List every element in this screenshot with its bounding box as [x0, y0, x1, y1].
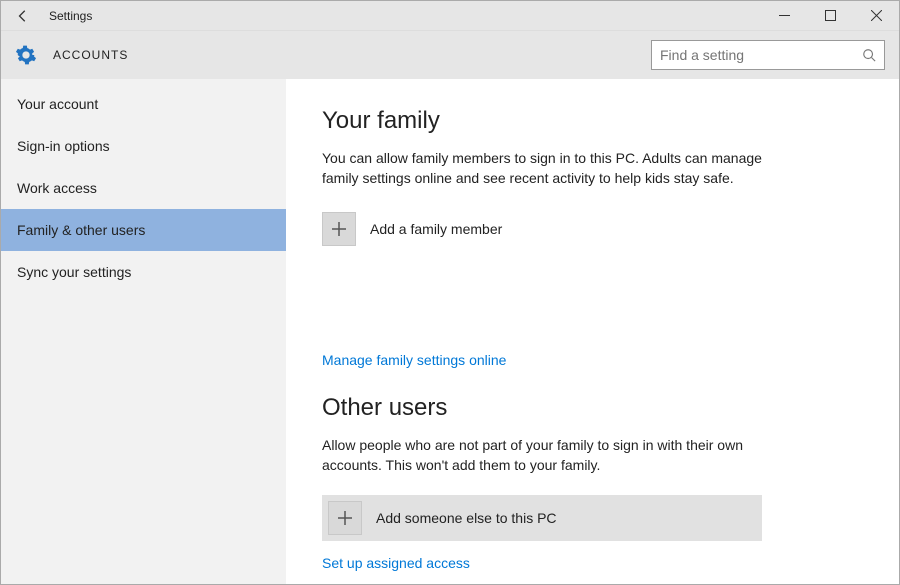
- titlebar: Settings: [1, 1, 899, 31]
- maximize-icon: [825, 10, 836, 21]
- sidebar-item-sign-in-options[interactable]: Sign-in options: [1, 125, 286, 167]
- other-users-heading: Other users: [322, 394, 863, 422]
- gear-icon: [15, 44, 37, 66]
- plus-icon: [331, 221, 347, 237]
- minimize-icon: [779, 10, 790, 21]
- plus-box: [322, 212, 356, 246]
- sidebar-item-sync-settings[interactable]: Sync your settings: [1, 251, 286, 293]
- add-family-member-button[interactable]: Add a family member: [322, 208, 762, 250]
- sidebar-item-family-other-users[interactable]: Family & other users: [1, 209, 286, 251]
- close-button[interactable]: [853, 1, 899, 30]
- your-family-heading: Your family: [322, 107, 863, 135]
- sidebar-item-your-account[interactable]: Your account: [1, 83, 286, 125]
- search-input[interactable]: [660, 47, 862, 63]
- back-button[interactable]: [11, 4, 35, 28]
- add-someone-else-button[interactable]: Add someone else to this PC: [322, 495, 762, 541]
- body: Your account Sign-in options Work access…: [1, 79, 899, 584]
- maximize-button[interactable]: [807, 1, 853, 30]
- search-icon: [862, 48, 876, 62]
- close-icon: [871, 10, 882, 21]
- window-controls: [761, 1, 899, 30]
- set-up-assigned-access-link[interactable]: Set up assigned access: [322, 555, 470, 571]
- sidebar: Your account Sign-in options Work access…: [1, 79, 286, 584]
- add-someone-else-label: Add someone else to this PC: [376, 510, 557, 526]
- add-family-member-label: Add a family member: [370, 221, 502, 237]
- search-box[interactable]: [651, 40, 885, 70]
- page-header: ACCOUNTS: [1, 31, 899, 79]
- other-users-description: Allow people who are not part of your fa…: [322, 436, 782, 475]
- your-family-description: You can allow family members to sign in …: [322, 149, 782, 188]
- manage-family-settings-link[interactable]: Manage family settings online: [322, 352, 506, 368]
- window-title: Settings: [49, 9, 92, 23]
- content-area: Your family You can allow family members…: [286, 79, 899, 584]
- plus-icon: [337, 510, 353, 526]
- arrow-left-icon: [16, 9, 30, 23]
- minimize-button[interactable]: [761, 1, 807, 30]
- plus-box: [328, 501, 362, 535]
- section-title: ACCOUNTS: [53, 48, 128, 62]
- sidebar-item-work-access[interactable]: Work access: [1, 167, 286, 209]
